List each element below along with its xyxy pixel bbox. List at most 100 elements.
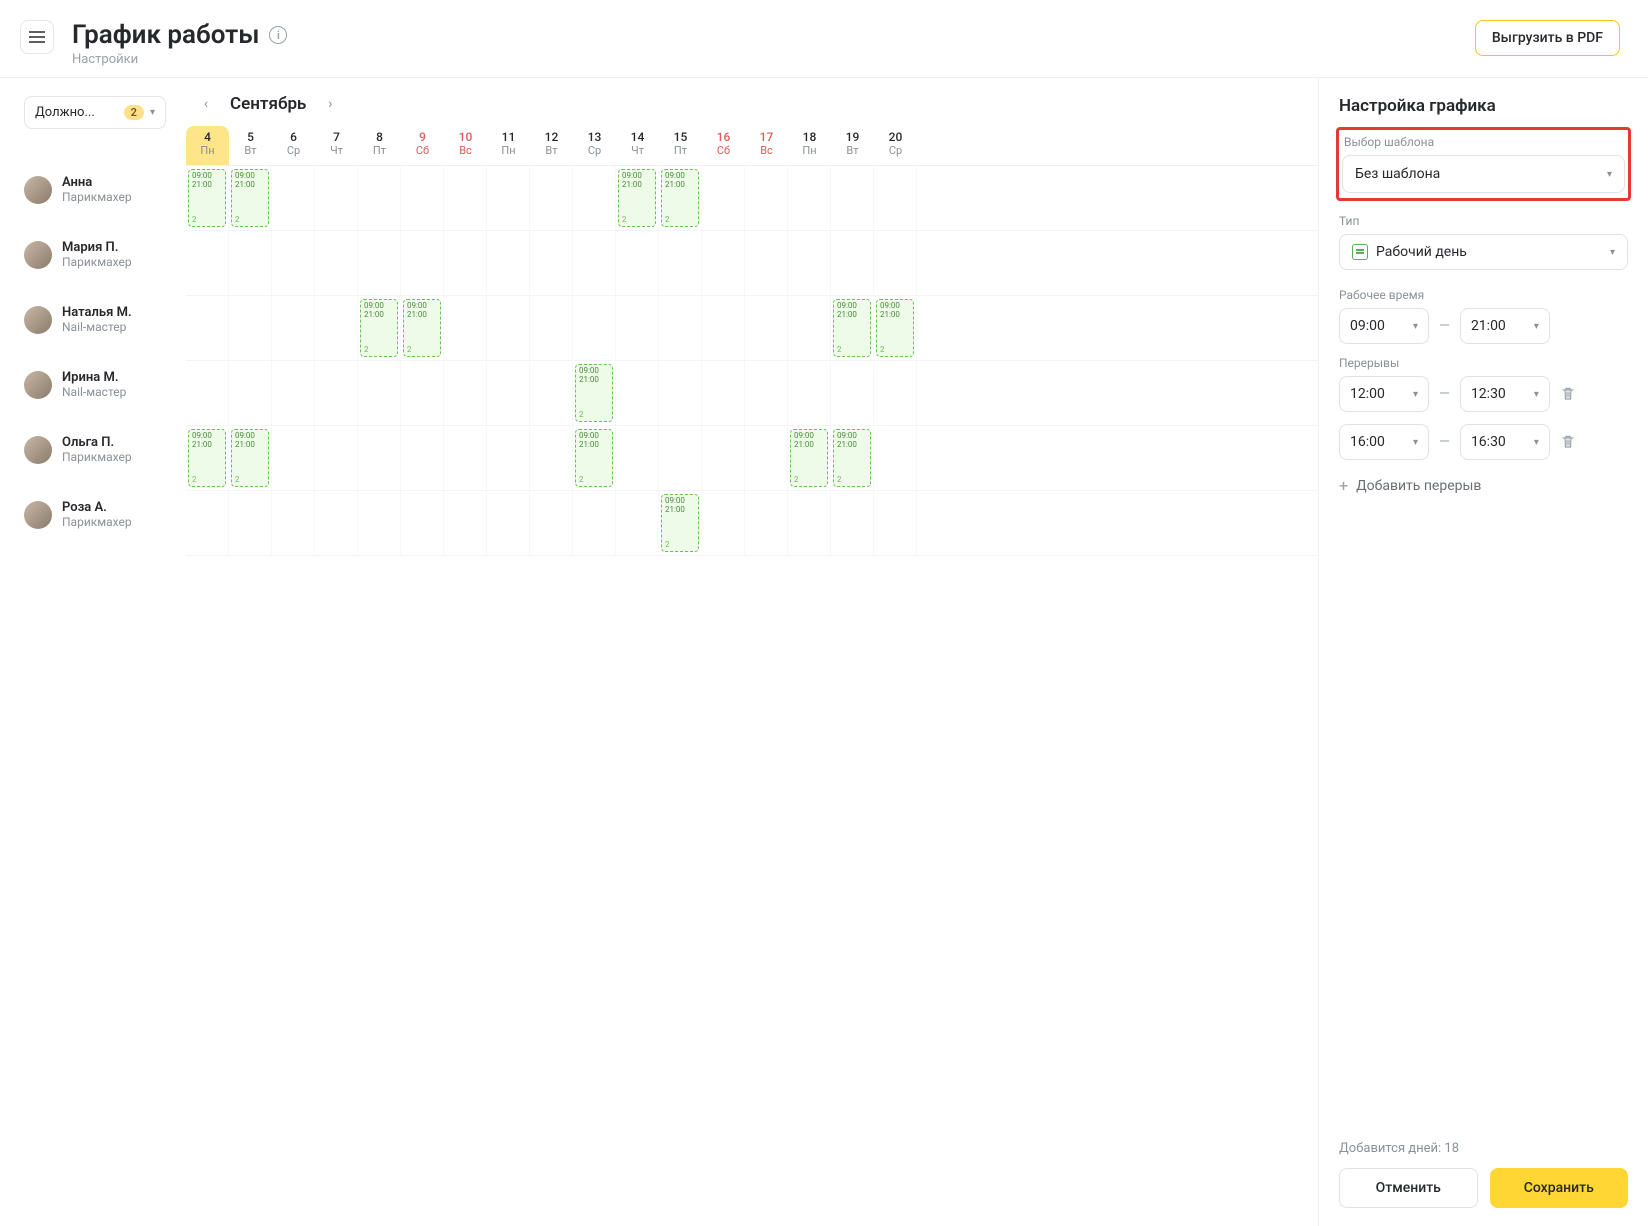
schedule-cell[interactable] — [272, 491, 315, 555]
position-filter-select[interactable]: Должно... 2 ▾ — [24, 96, 166, 129]
schedule-cell[interactable] — [487, 231, 530, 295]
schedule-cell[interactable] — [745, 426, 788, 490]
schedule-cell[interactable] — [358, 426, 401, 490]
schedule-cell[interactable] — [702, 426, 745, 490]
employee-row[interactable]: Мария П.Парикмахер — [24, 222, 166, 287]
schedule-cell[interactable] — [401, 231, 444, 295]
shift-block[interactable]: 09:0021:002 — [618, 169, 656, 227]
schedule-cell[interactable] — [616, 231, 659, 295]
schedule-cell[interactable] — [444, 166, 487, 230]
schedule-cell[interactable]: 09:0021:002 — [874, 296, 917, 360]
day-header[interactable]: 16Сб — [702, 126, 745, 165]
schedule-cell[interactable] — [186, 491, 229, 555]
shift-block[interactable]: 09:0021:002 — [790, 429, 828, 487]
schedule-cell[interactable] — [573, 166, 616, 230]
schedule-cell[interactable] — [874, 166, 917, 230]
schedule-cell[interactable] — [315, 231, 358, 295]
schedule-cell[interactable]: 09:0021:002 — [831, 426, 874, 490]
employee-row[interactable]: Ирина М.Nail-мастер — [24, 352, 166, 417]
schedule-cell[interactable] — [831, 231, 874, 295]
schedule-cell[interactable] — [831, 491, 874, 555]
schedule-cell[interactable]: 09:0021:002 — [401, 296, 444, 360]
shift-block[interactable]: 09:0021:002 — [575, 429, 613, 487]
schedule-cell[interactable] — [530, 491, 573, 555]
schedule-cell[interactable]: 09:0021:002 — [831, 296, 874, 360]
day-header[interactable]: 15Пт — [659, 126, 702, 165]
schedule-cell[interactable] — [229, 296, 272, 360]
template-select[interactable]: Без шаблона ▾ — [1342, 155, 1625, 193]
schedule-cell[interactable] — [702, 296, 745, 360]
day-header[interactable]: 12Вт — [530, 126, 573, 165]
schedule-cell[interactable] — [487, 491, 530, 555]
schedule-cell[interactable] — [487, 296, 530, 360]
schedule-cell[interactable] — [315, 491, 358, 555]
break-to-select[interactable]: 12:30▾ — [1460, 376, 1550, 412]
schedule-cell[interactable] — [745, 361, 788, 425]
schedule-cell[interactable] — [444, 296, 487, 360]
schedule-cell[interactable] — [616, 361, 659, 425]
day-header[interactable]: 20Ср — [874, 126, 917, 165]
day-header[interactable]: 4Пн — [186, 126, 229, 165]
schedule-cell[interactable]: 09:0021:002 — [788, 426, 831, 490]
schedule-cell[interactable] — [788, 166, 831, 230]
schedule-cell[interactable]: 09:0021:002 — [659, 166, 702, 230]
schedule-cell[interactable] — [186, 361, 229, 425]
shift-block[interactable]: 09:0021:002 — [661, 494, 699, 552]
schedule-cell[interactable]: 09:0021:002 — [186, 166, 229, 230]
schedule-cell[interactable] — [573, 491, 616, 555]
schedule-cell[interactable] — [186, 296, 229, 360]
schedule-cell[interactable] — [788, 491, 831, 555]
schedule-cell[interactable] — [874, 491, 917, 555]
schedule-cell[interactable] — [702, 166, 745, 230]
save-button[interactable]: Сохранить — [1490, 1168, 1629, 1208]
schedule-cell[interactable] — [745, 231, 788, 295]
schedule-cell[interactable]: 09:0021:002 — [616, 166, 659, 230]
schedule-cell[interactable] — [358, 361, 401, 425]
schedule-cell[interactable] — [315, 426, 358, 490]
shift-block[interactable]: 09:0021:002 — [231, 429, 269, 487]
schedule-cell[interactable] — [659, 361, 702, 425]
schedule-cell[interactable] — [573, 296, 616, 360]
info-icon[interactable]: i — [269, 26, 287, 44]
shift-block[interactable]: 09:0021:002 — [188, 429, 226, 487]
schedule-cell[interactable] — [745, 296, 788, 360]
break-to-select[interactable]: 16:30▾ — [1460, 424, 1550, 460]
schedule-cell[interactable]: 09:0021:002 — [229, 166, 272, 230]
schedule-cell[interactable] — [659, 296, 702, 360]
export-pdf-button[interactable]: Выгрузить в PDF — [1475, 20, 1620, 56]
shift-block[interactable]: 09:0021:002 — [876, 299, 914, 357]
trash-icon[interactable] — [1560, 386, 1576, 402]
employee-row[interactable]: АннаПарикмахер — [24, 157, 166, 222]
schedule-cell[interactable] — [401, 361, 444, 425]
shift-block[interactable]: 09:0021:002 — [661, 169, 699, 227]
day-header[interactable]: 18Пн — [788, 126, 831, 165]
schedule-cell[interactable]: 09:0021:002 — [573, 426, 616, 490]
schedule-cell[interactable] — [659, 426, 702, 490]
schedule-cell[interactable] — [788, 296, 831, 360]
schedule-cell[interactable] — [530, 296, 573, 360]
day-header[interactable]: 19Вт — [831, 126, 874, 165]
schedule-cell[interactable] — [358, 491, 401, 555]
schedule-cell[interactable] — [616, 491, 659, 555]
schedule-cell[interactable] — [659, 231, 702, 295]
schedule-cell[interactable] — [487, 361, 530, 425]
schedule-cell[interactable] — [229, 361, 272, 425]
day-header[interactable]: 6Ср — [272, 126, 315, 165]
break-from-select[interactable]: 16:00▾ — [1339, 424, 1429, 460]
schedule-cell[interactable] — [616, 426, 659, 490]
shift-block[interactable]: 09:0021:002 — [188, 169, 226, 227]
schedule-cell[interactable] — [272, 361, 315, 425]
schedule-cell[interactable] — [315, 296, 358, 360]
schedule-cell[interactable] — [229, 231, 272, 295]
day-header[interactable]: 11Пн — [487, 126, 530, 165]
schedule-cell[interactable] — [444, 491, 487, 555]
schedule-cell[interactable] — [788, 231, 831, 295]
schedule-cell[interactable] — [229, 491, 272, 555]
schedule-cell[interactable] — [702, 361, 745, 425]
schedule-cell[interactable] — [272, 166, 315, 230]
schedule-cell[interactable] — [358, 231, 401, 295]
shift-block[interactable]: 09:0021:002 — [403, 299, 441, 357]
day-header[interactable]: 10Вс — [444, 126, 487, 165]
prev-month-button[interactable]: ‹ — [194, 92, 218, 116]
employee-row[interactable]: Наталья М.Nail-мастер — [24, 287, 166, 352]
